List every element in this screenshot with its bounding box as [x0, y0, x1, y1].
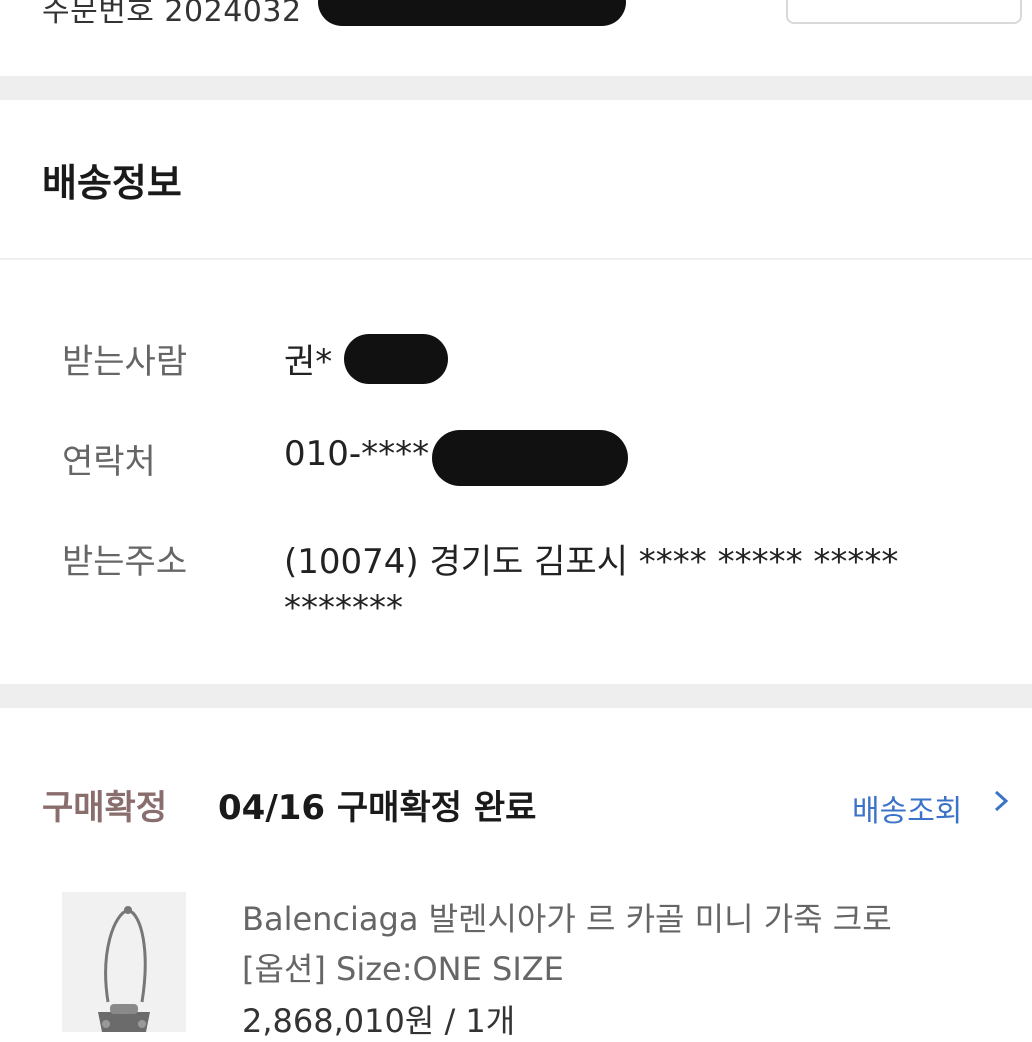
address-value-line2: ******* — [284, 588, 403, 628]
redaction-order-number — [318, 0, 626, 26]
recipient-value: 권* — [284, 342, 333, 382]
product-thumbnail[interactable] — [62, 892, 186, 1032]
product-price: 2,868,010원 / 1개 — [242, 1002, 516, 1040]
status-badge: 구매확정 — [42, 788, 168, 828]
section-title: 배송정보 — [42, 161, 182, 205]
section-divider — [0, 76, 1032, 100]
chevron-right-icon[interactable] — [992, 784, 1012, 827]
product-option: [옵션] Size:ONE SIZE — [242, 950, 564, 988]
redaction-phone — [432, 430, 628, 486]
phone-value: 010-**** — [284, 434, 430, 474]
phone-label: 연락처 — [62, 442, 156, 482]
section-divider — [0, 684, 1032, 708]
address-label: 받는주소 — [62, 542, 188, 582]
status-text: 04/16 구매확정 완료 — [218, 788, 537, 828]
title-divider — [0, 258, 1032, 260]
redaction-recipient — [344, 334, 448, 384]
track-delivery-link[interactable]: 배송조회 — [852, 786, 962, 830]
address-value: (10074) 경기도 김포시 **** ***** ***** — [284, 542, 899, 582]
recipient-label: 받는사람 — [62, 342, 188, 382]
product-name[interactable]: Balenciaga 발렌시아가 르 카골 미니 가죽 크로 — [242, 894, 892, 940]
order-number: 주문번호 2024032 — [42, 0, 302, 29]
order-action-button[interactable] — [786, 0, 1022, 24]
bag-image — [62, 892, 186, 1032]
